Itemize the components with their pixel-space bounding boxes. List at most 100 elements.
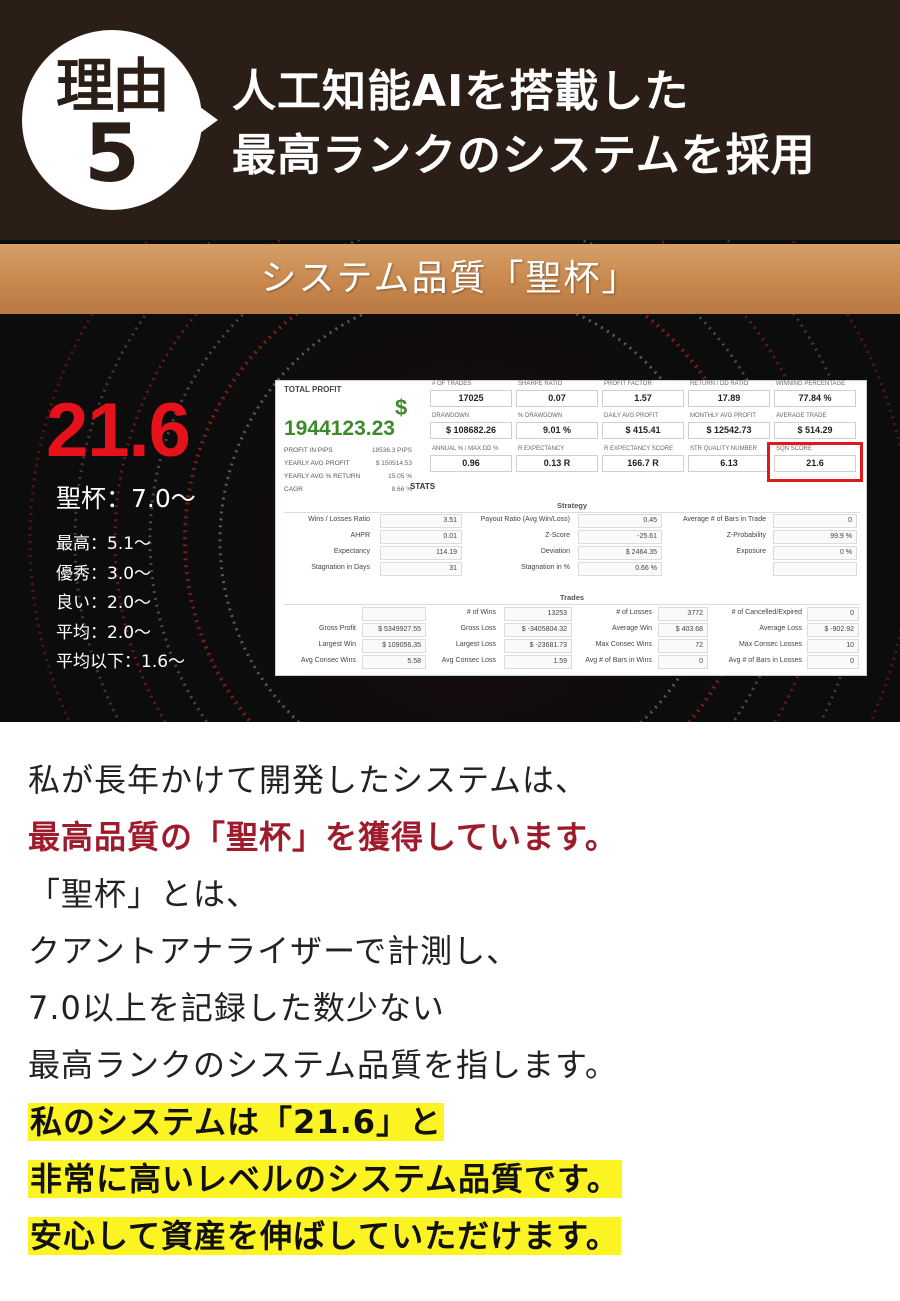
trade-value: 0 — [807, 607, 859, 621]
metric-label: DAILY AVG PROFIT — [604, 413, 659, 419]
body-line: クアントアナライザーで計測し、 — [28, 932, 520, 970]
metric-cell: DAILY AVG PROFIT $ 415.41 — [602, 413, 684, 443]
divider — [284, 512, 860, 513]
trade-label: Gross Profit — [319, 625, 356, 632]
metric-cell: DRAWDOWN $ 108682.26 — [430, 413, 512, 443]
trade-value: 1.59 — [504, 655, 572, 669]
metric-value: 1.57 — [602, 390, 684, 407]
stat-value: 0.66 % — [578, 562, 662, 576]
highlight-text: 非常に高いレベルのシステム品質です。 — [28, 1160, 622, 1198]
trade-value — [362, 607, 426, 621]
metric-cell: RETURN / DD RATIO 17.89 — [688, 381, 770, 411]
strategy-title: Strategy — [556, 501, 587, 510]
stat-label: Stagnation in % — [520, 564, 570, 571]
body-line-highlight: 私のシステムは「21.6」と — [28, 1094, 878, 1151]
metric-value: 6.13 — [688, 455, 770, 472]
trade-value: $ -23681.73 — [504, 639, 572, 653]
trade-label: Gross Loss — [460, 625, 496, 632]
trade-label: Largest Win — [318, 641, 356, 648]
trade-value: $ -3405804.32 — [504, 623, 572, 637]
quality-panel: システム品質「聖杯」 21.6 聖杯：7.0〜 最高：5.1〜 優秀：3.0〜 … — [0, 240, 900, 722]
row-value: $ 150514.53 — [375, 460, 412, 467]
profit-pips-row: PROFIT IN PIPS 18536.3 PIPS — [284, 447, 412, 454]
total-profit-label: TOTAL PROFIT — [284, 385, 342, 394]
stat-value: 0 % — [773, 546, 857, 560]
total-profit-value: 1944123.23 — [284, 417, 395, 440]
trade-value: $ -902.92 — [807, 623, 859, 637]
metric-cell: ANNUAL % / MAX DD % 0.96 — [430, 446, 512, 476]
trade-label: Max Consec Wins — [595, 641, 652, 648]
stat-value — [773, 562, 857, 576]
stat-label: Deviation — [540, 548, 570, 555]
trade-value: 0 — [807, 655, 859, 669]
grade-item: 平均：2.0〜 — [56, 622, 152, 643]
body-line-highlight: 安心して資産を伸ばしていただけます。 — [28, 1208, 878, 1265]
metric-label: # OF TRADES — [432, 381, 472, 387]
stat-value: 99.9 % — [773, 530, 857, 544]
stat-label: Exposure — [736, 548, 766, 555]
body-line-emphasis: 最高品質の「聖杯」を獲得しています。 — [28, 818, 618, 856]
quant-analyzer-report: TOTAL PROFIT $ 1944123.23 PROFIT IN PIPS… — [275, 380, 867, 676]
metric-cell: STR QUALITY NUMBER 6.13 — [688, 446, 770, 476]
stat-label: AHPR — [350, 532, 370, 539]
stat-label: Average # of Bars in Trade — [682, 516, 766, 523]
metric-label: % DRAWDOWN — [518, 413, 563, 419]
metric-cell: SHARPE RATIO 0.07 — [516, 381, 598, 411]
trade-value: 10 — [807, 639, 859, 653]
trade-value: 72 — [658, 639, 708, 653]
trade-value: 3772 — [658, 607, 708, 621]
metric-value: 0.96 — [430, 455, 512, 472]
trade-label: Average Win — [612, 625, 652, 632]
trade-label: Largest Loss — [455, 641, 496, 648]
trade-label: Avg # of Bars in Losses — [728, 657, 802, 664]
highlight-text: 私のシステムは「21.6」と — [28, 1103, 444, 1141]
metric-cell: # OF TRADES 17025 — [430, 381, 512, 411]
headline-line-1: 人工知能AIを搭載した — [232, 66, 690, 117]
stat-label: Z-Score — [545, 532, 570, 539]
badge-number: 5 — [84, 107, 140, 200]
metric-label: RETURN / DD RATIO — [690, 381, 749, 387]
metric-label: STR QUALITY NUMBER — [690, 446, 757, 452]
trade-value: $ 109056.35 — [362, 639, 426, 653]
trade-value: $ 403.68 — [658, 623, 708, 637]
row-label: PROFIT IN PIPS — [284, 447, 333, 454]
metric-value: $ 108682.26 — [430, 422, 512, 439]
metric-label: ANNUAL % / MAX DD % — [432, 446, 499, 452]
metric-value: $ 415.41 — [602, 422, 684, 439]
stat-label: Stagnation in Days — [311, 564, 370, 571]
metric-label: R EXPECTANCY — [518, 446, 565, 452]
row-value: 8.66 % — [391, 486, 412, 493]
trade-label: # of Wins — [466, 609, 496, 616]
metric-value: 0.13 R — [516, 455, 598, 472]
trade-value: $ 5349927.55 — [362, 623, 426, 637]
trades-title: Trades — [559, 593, 585, 602]
body-line: 7.0以上を記録した数少ない — [28, 989, 445, 1027]
metric-value: 77.84 % — [774, 390, 856, 407]
grade-item: 平均以下：1.6〜 — [56, 652, 186, 672]
stats-label: STATS — [410, 482, 436, 491]
cagr-row: CAGR 8.66 % — [284, 486, 412, 493]
metric-value: 17025 — [430, 390, 512, 407]
trade-value: 0 — [658, 655, 708, 669]
dollar-icon: $ — [395, 395, 408, 420]
headline-line-2: 最高ランクのシステムを採用 — [232, 130, 816, 181]
metric-label: DRAWDOWN — [432, 413, 470, 419]
sqn-score-big: 21.6 — [46, 388, 191, 473]
sqn-score-highlight — [767, 442, 863, 482]
yearly-avg-return-row: YEARLY AVG % RETURN 15.05 % — [284, 473, 412, 480]
description-text: 私が長年かけて開発したシステムは、 最高品質の「聖杯」を獲得しています。 「聖杯… — [28, 752, 878, 1265]
metric-cell: R EXPECTANCY SCORE 166.7 R — [602, 446, 684, 476]
metric-label: PROFIT FACTOR — [604, 381, 652, 387]
metric-label: SHARPE RATIO — [518, 381, 563, 387]
stat-label: Payout Ratio (Avg Win/Loss) — [480, 516, 570, 523]
divider — [284, 604, 860, 605]
body-line: 私が長年かけて開発したシステムは、 — [28, 761, 589, 799]
stat-value: 114.19 — [380, 546, 462, 560]
row-label: CAGR — [284, 486, 303, 493]
trade-label: Average Loss — [759, 625, 802, 632]
metric-label: AVERAGE TRADE — [776, 413, 827, 419]
metric-value: $ 514.29 — [774, 422, 856, 439]
metric-cell: AVERAGE TRADE $ 514.29 — [774, 413, 856, 443]
grade-list: 最高：5.1〜 優秀：3.0〜 良い：2.0〜 平均：2.0〜 平均以下：1.6… — [56, 530, 185, 678]
metric-value: 9.01 % — [516, 422, 598, 439]
